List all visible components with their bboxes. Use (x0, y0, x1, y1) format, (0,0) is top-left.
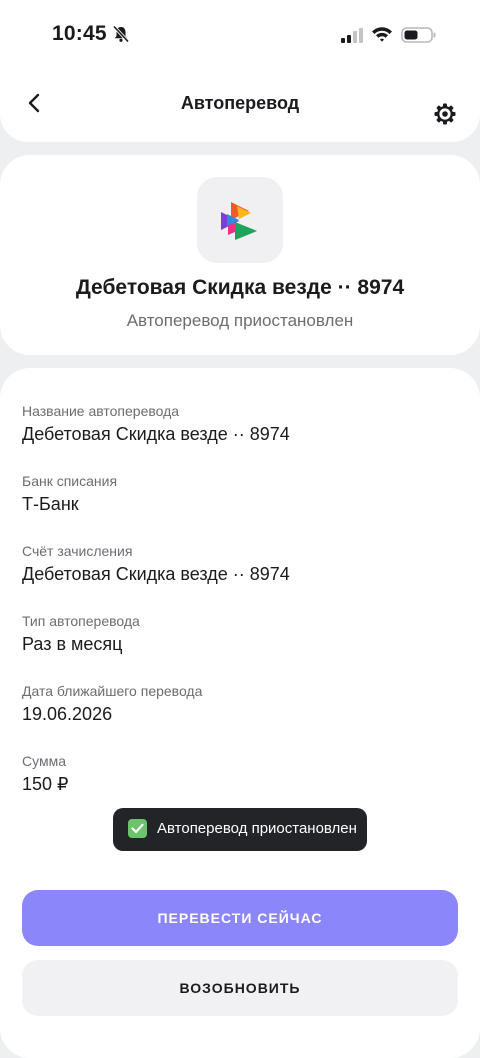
signal-icon (341, 28, 363, 43)
toast: Автоперевод приостановлен (113, 808, 367, 851)
detail-value: Дебетовая Скидка везде ·· 8974 (22, 424, 290, 444)
detail-label: Банк списания (22, 473, 118, 489)
account-status: Автоперевод приостановлен (126, 311, 354, 330)
detail-transfer-type: Тип автоперевода Раз в месяц (22, 613, 140, 655)
detail-label: Сумма (22, 753, 66, 769)
detail-value: Дебетовая Скидка везде ·· 8974 (22, 564, 290, 584)
detail-next-date: Дата ближайшего перевода 19.06.2026 (22, 683, 202, 725)
resume-button[interactable]: ВОЗОБНОВИТЬ (22, 960, 458, 1016)
detail-value: 150 ₽ (22, 774, 69, 794)
toast-text: Автоперевод приостановлен (157, 820, 357, 837)
detail-label: Дата ближайшего перевода (22, 683, 203, 699)
account-card: Дебетовая Скидка везде ·· 8974 Автоперев… (0, 155, 480, 355)
detail-label: Тип автоперевода (22, 613, 140, 629)
details-card: Название автоперевода Дебетовая Скидка в… (0, 368, 480, 1058)
detail-value: Раз в месяц (22, 634, 123, 654)
detail-value: 19.06.2026 (22, 704, 113, 724)
bank-logo (197, 177, 283, 263)
bank-logo-icon (221, 202, 257, 240)
detail-transfer-name: Название автоперевода Дебетовая Скидка в… (22, 403, 290, 445)
check-icon (128, 819, 147, 838)
detail-debit-bank: Банк списания Т-Банк (22, 473, 117, 515)
status-time: 10:45 (52, 22, 107, 45)
bell-slash-icon (112, 25, 130, 43)
detail-amount: Сумма 150 ₽ (22, 753, 69, 795)
page-title: Автоперевод (180, 93, 300, 113)
detail-value: Т-Банк (22, 494, 79, 514)
detail-label: Счёт зачисления (22, 543, 133, 559)
transfer-now-button[interactable]: ПЕРЕВЕСТИ СЕЙЧАС (22, 890, 458, 946)
wifi-icon (372, 27, 392, 42)
detail-label: Название автоперевода (22, 403, 180, 419)
gear-icon[interactable] (432, 101, 458, 127)
account-title: Дебетовая Скидка везде ·· 8974 (75, 276, 405, 299)
detail-credit-account: Счёт зачисления Дебетовая Скидка везде ·… (22, 543, 290, 585)
battery-icon (401, 27, 436, 43)
header: Автоперевод (0, 60, 480, 142)
